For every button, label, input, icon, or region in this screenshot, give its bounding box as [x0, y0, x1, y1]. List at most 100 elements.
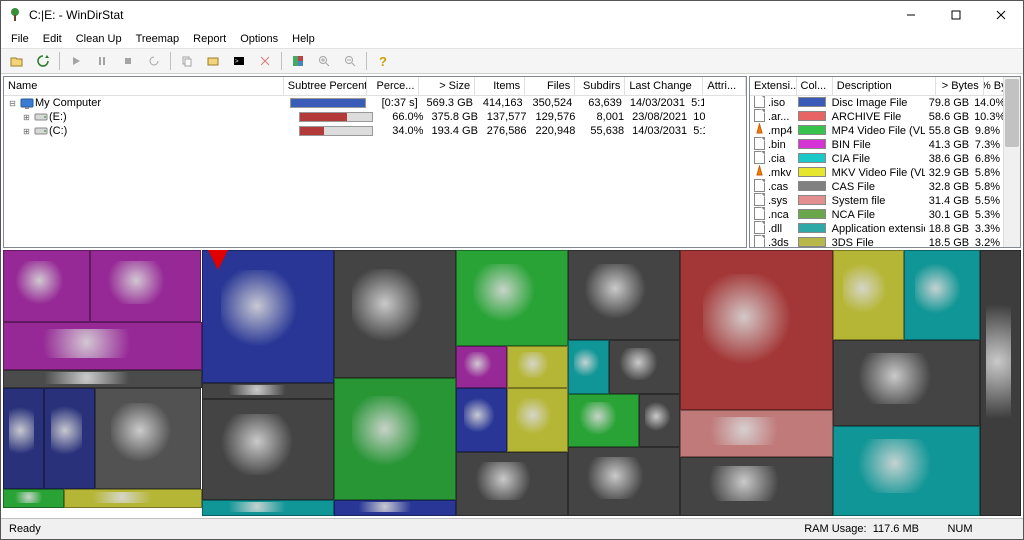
treemap-toggle-icon[interactable]: [286, 50, 310, 72]
treemap-block[interactable]: [3, 322, 202, 370]
maximize-button[interactable]: [933, 1, 978, 29]
tree-row[interactable]: ⊞(E:)66.0%375.8 GB137,577129,5768,00123/…: [4, 110, 746, 124]
ext-col[interactable]: Extensi...: [750, 77, 797, 95]
explorer-icon[interactable]: [201, 50, 225, 72]
ext-col[interactable]: > Bytes: [936, 77, 984, 95]
open-icon[interactable]: [5, 50, 29, 72]
treemap-block[interactable]: [456, 250, 568, 346]
delete-icon[interactable]: [253, 50, 277, 72]
treemap-block[interactable]: [44, 388, 95, 489]
treemap-block[interactable]: [833, 426, 981, 516]
treemap-block[interactable]: [980, 250, 1021, 516]
copy-icon[interactable]: [175, 50, 199, 72]
menu-treemap[interactable]: Treemap: [130, 32, 186, 46]
ext-row[interactable]: .ar...ARCHIVE File58.6 GB10.3%: [750, 110, 1004, 124]
treemap-block[interactable]: [680, 410, 833, 458]
expand-icon[interactable]: ⊞: [22, 127, 31, 136]
treemap-block[interactable]: [680, 457, 833, 516]
ext-row[interactable]: .ciaCIA File38.6 GB6.8%: [750, 152, 1004, 166]
scrollbar[interactable]: [1003, 77, 1020, 247]
stop-icon[interactable]: [116, 50, 140, 72]
treemap-block[interactable]: [904, 250, 980, 340]
menu-report[interactable]: Report: [187, 32, 232, 46]
treemap-block[interactable]: [680, 250, 833, 410]
color-swatch: [798, 195, 826, 205]
menu-options[interactable]: Options: [234, 32, 284, 46]
ext-row[interactable]: .mp4MP4 Video File (VLC)55.8 GB9.8%: [750, 124, 1004, 138]
refresh2-icon[interactable]: [142, 50, 166, 72]
treemap-block[interactable]: [334, 250, 456, 378]
zoom-in-icon[interactable]: [312, 50, 336, 72]
treemap-block[interactable]: [456, 346, 507, 389]
treemap-block[interactable]: [90, 250, 202, 322]
ext-row[interactable]: .isoDisc Image File79.8 GB14.0%: [750, 96, 1004, 110]
directory-tree[interactable]: NameSubtree Percent...Perce...> SizeItem…: [3, 76, 747, 248]
ext-col[interactable]: Description: [833, 77, 936, 95]
treemap-block[interactable]: [3, 388, 44, 489]
tree-col[interactable]: Perce...: [367, 77, 419, 95]
console-icon[interactable]: >: [227, 50, 251, 72]
treemap-block[interactable]: [568, 394, 639, 447]
treemap-block[interactable]: [3, 370, 202, 389]
treemap-block[interactable]: [639, 394, 680, 447]
color-swatch: [798, 181, 826, 191]
treemap-block[interactable]: [202, 399, 334, 500]
treemap-block[interactable]: [334, 378, 456, 500]
treemap-block[interactable]: [3, 489, 64, 508]
node-name: (E:): [49, 111, 67, 123]
color-swatch: [798, 209, 826, 219]
treemap-block[interactable]: [609, 340, 680, 393]
treemap-block[interactable]: [568, 250, 680, 340]
tree-col[interactable]: Files: [525, 77, 575, 95]
ext-row[interactable]: .binBIN File41.3 GB7.3%: [750, 138, 1004, 152]
tree-row[interactable]: ⊞(C:)34.0%193.4 GB276,586220,94855,63814…: [4, 124, 746, 138]
menu-file[interactable]: File: [5, 32, 35, 46]
treemap-block[interactable]: [568, 340, 609, 393]
collapse-icon[interactable]: ⊟: [8, 99, 17, 108]
minimize-button[interactable]: [888, 1, 933, 29]
treemap-block[interactable]: [507, 388, 568, 452]
tree-col[interactable]: Attri...: [703, 77, 746, 95]
treemap-block[interactable]: [507, 346, 568, 389]
color-swatch: [798, 223, 826, 233]
tree-col[interactable]: Items: [475, 77, 525, 95]
color-swatch: [798, 111, 826, 121]
refresh-icon[interactable]: [31, 50, 55, 72]
ext-row[interactable]: .3ds3DS File18.5 GB3.2%: [750, 236, 1004, 247]
treemap-view[interactable]: [3, 250, 1021, 516]
treemap-block[interactable]: [202, 250, 334, 383]
ext-row[interactable]: .casCAS File32.8 GB5.8%: [750, 180, 1004, 194]
zoom-out-icon[interactable]: [338, 50, 362, 72]
treemap-block[interactable]: [568, 447, 680, 516]
tree-col[interactable]: > Size: [419, 77, 475, 95]
treemap-block[interactable]: [3, 250, 90, 322]
treemap-block[interactable]: [456, 388, 507, 452]
menu-help[interactable]: Help: [286, 32, 321, 46]
menu-clean-up[interactable]: Clean Up: [70, 32, 128, 46]
treemap-block[interactable]: [95, 388, 202, 489]
tree-col[interactable]: Last Change: [625, 77, 703, 95]
treemap-block[interactable]: [833, 250, 904, 340]
expand-icon[interactable]: ⊞: [22, 113, 31, 122]
tree-col[interactable]: Subdirs: [575, 77, 625, 95]
ext-row[interactable]: .sysSystem file31.4 GB5.5%: [750, 194, 1004, 208]
ext-row[interactable]: .ncaNCA File30.1 GB5.3%: [750, 208, 1004, 222]
treemap-block[interactable]: [833, 340, 981, 425]
menu-edit[interactable]: Edit: [37, 32, 68, 46]
treemap-block[interactable]: [202, 500, 334, 516]
help-icon[interactable]: ?: [371, 50, 395, 72]
tree-row[interactable]: ⊟My Computer[0:37 s]569.3 GB414,163350,5…: [4, 96, 746, 110]
ext-row[interactable]: .dllApplication extension18.8 GB3.3%: [750, 222, 1004, 236]
treemap-block[interactable]: [334, 500, 456, 516]
extension-list[interactable]: Extensi...Col...Description> Bytes% By..…: [749, 76, 1021, 248]
treemap-block[interactable]: [202, 383, 334, 399]
ext-col[interactable]: Col...: [797, 77, 833, 95]
ext-row[interactable]: .mkvMKV Video File (VLC)32.9 GB5.8%: [750, 166, 1004, 180]
pause-icon[interactable]: [90, 50, 114, 72]
play-icon[interactable]: [64, 50, 88, 72]
close-button[interactable]: [978, 1, 1023, 29]
tree-col[interactable]: Subtree Percent...: [284, 77, 368, 95]
tree-col[interactable]: Name: [4, 77, 284, 95]
treemap-block[interactable]: [456, 452, 568, 516]
treemap-block[interactable]: [64, 489, 201, 508]
